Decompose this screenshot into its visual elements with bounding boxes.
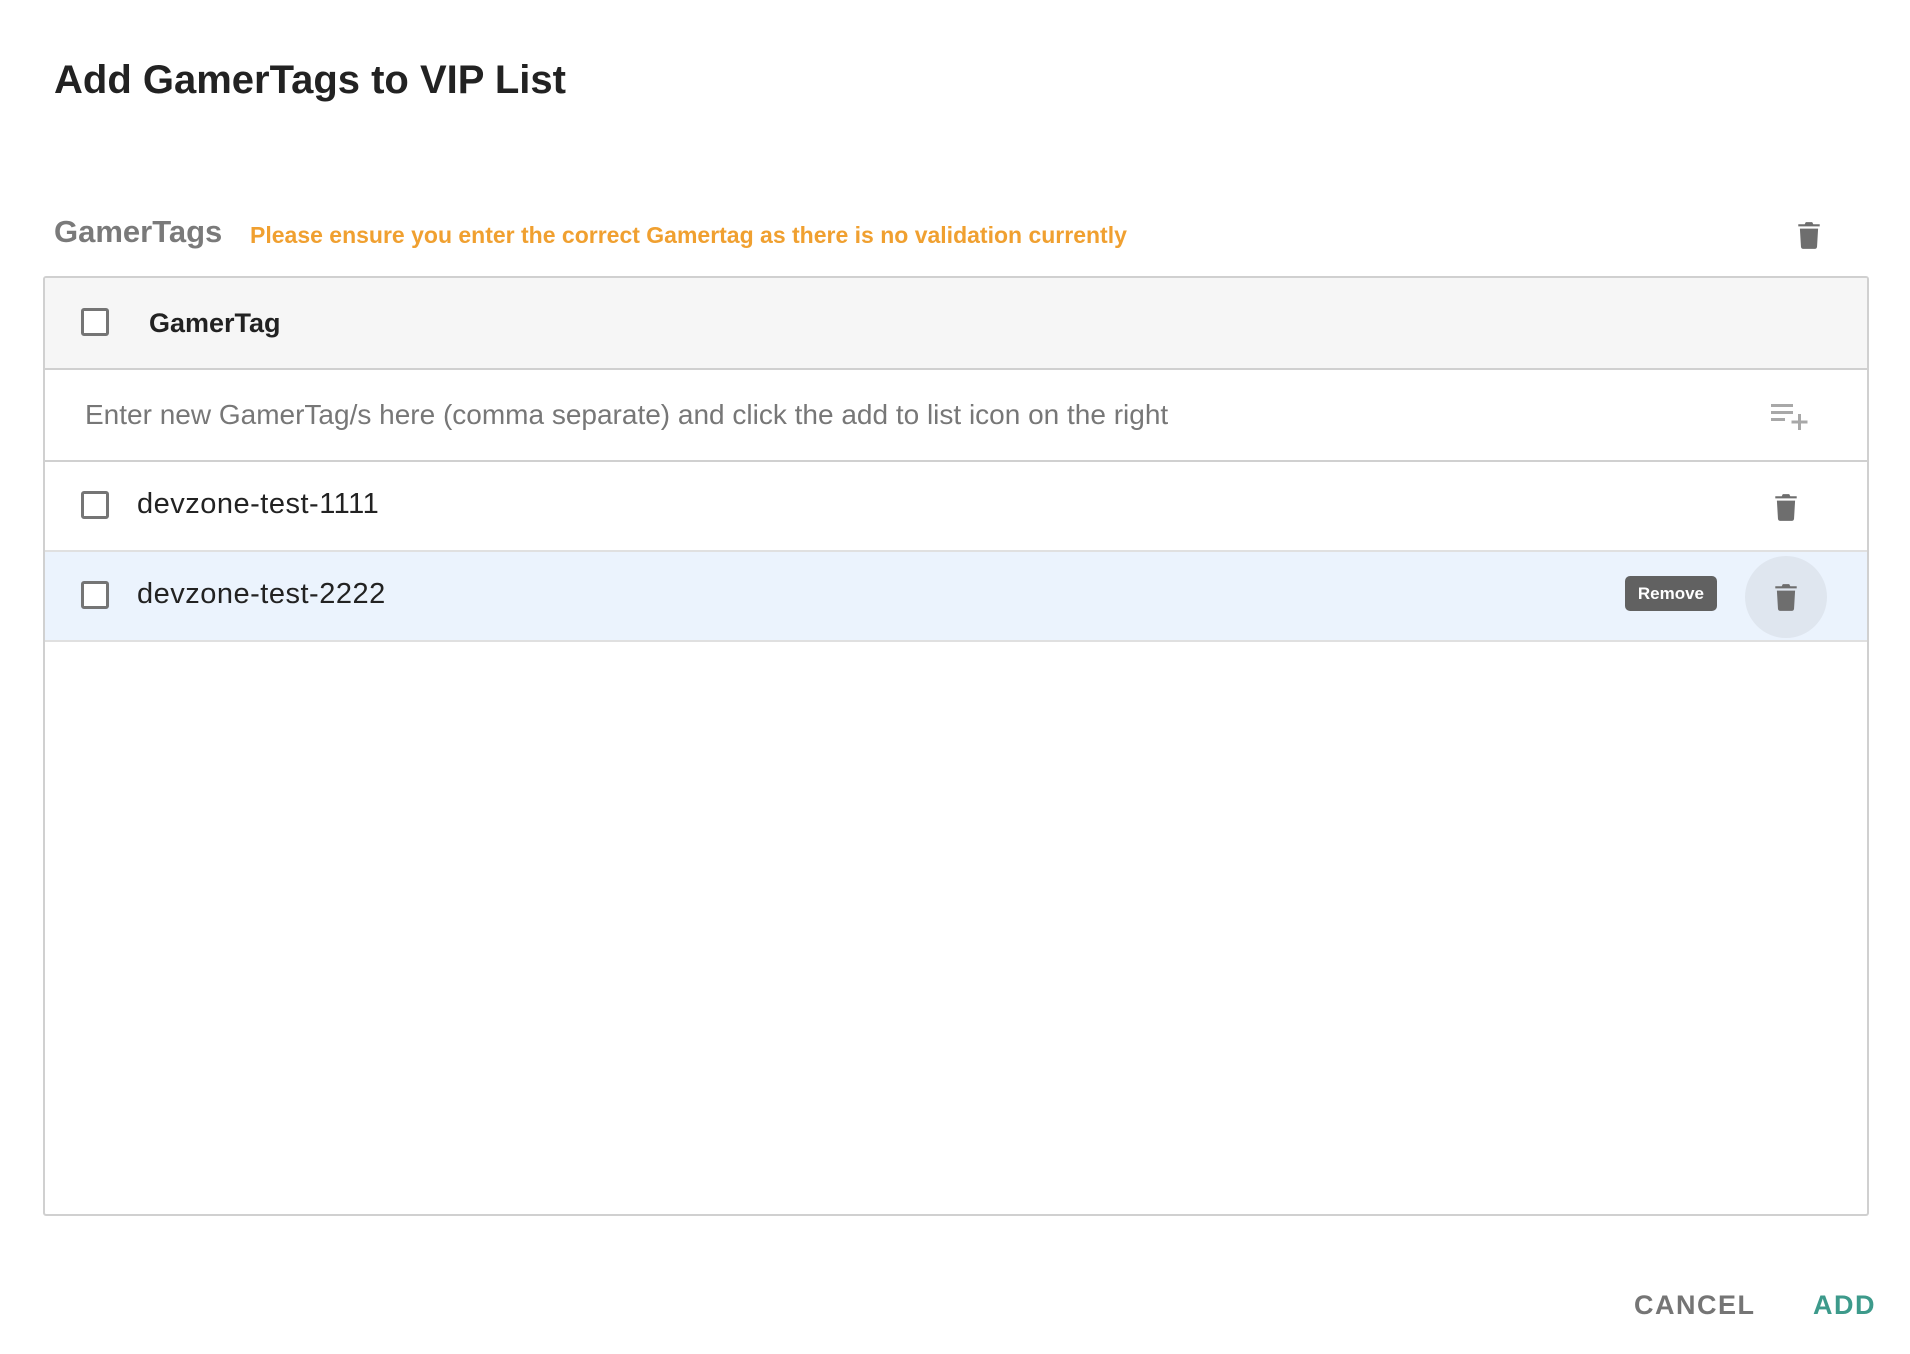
trash-icon xyxy=(1798,222,1820,249)
gamertag-table: GamerTag devzone-test-1111 devzo xyxy=(43,276,1869,1216)
new-gamertag-input[interactable] xyxy=(85,388,1725,442)
section-label: GamerTags xyxy=(54,214,223,249)
dialog-title: Add GamerTags to VIP List xyxy=(54,58,566,102)
add-gamertags-dialog: Add GamerTags to VIP List GamerTags Plea… xyxy=(0,0,1910,1354)
trash-icon xyxy=(1775,584,1797,611)
gamertag-value: devzone-test-2222 xyxy=(137,578,386,610)
table-header: GamerTag xyxy=(45,278,1867,370)
gamertags-section-header: GamerTags Please ensure you enter the co… xyxy=(54,210,1824,260)
row-checkbox[interactable] xyxy=(81,581,109,609)
validation-warning: Please ensure you enter the correct Game… xyxy=(250,222,1127,248)
column-header-gamertag: GamerTag xyxy=(149,308,281,338)
remove-tooltip: Remove xyxy=(1624,576,1717,611)
gamertag-value: devzone-test-1111 xyxy=(137,488,380,520)
remove-row-button[interactable] xyxy=(1745,466,1827,548)
add-button[interactable]: ADD xyxy=(1813,1290,1876,1321)
select-all-checkbox[interactable] xyxy=(81,308,109,336)
row-checkbox[interactable] xyxy=(81,491,109,519)
table-row: devzone-test-2222 Remove xyxy=(45,552,1867,642)
playlist-add-icon[interactable] xyxy=(1771,398,1811,434)
remove-row-button[interactable] xyxy=(1745,556,1827,638)
trash-icon xyxy=(1775,494,1797,521)
new-gamertag-row xyxy=(45,370,1867,462)
cancel-button[interactable]: CANCEL xyxy=(1634,1290,1756,1321)
table-row: devzone-test-1111 xyxy=(45,462,1867,552)
delete-selected-button[interactable] xyxy=(1784,210,1834,260)
